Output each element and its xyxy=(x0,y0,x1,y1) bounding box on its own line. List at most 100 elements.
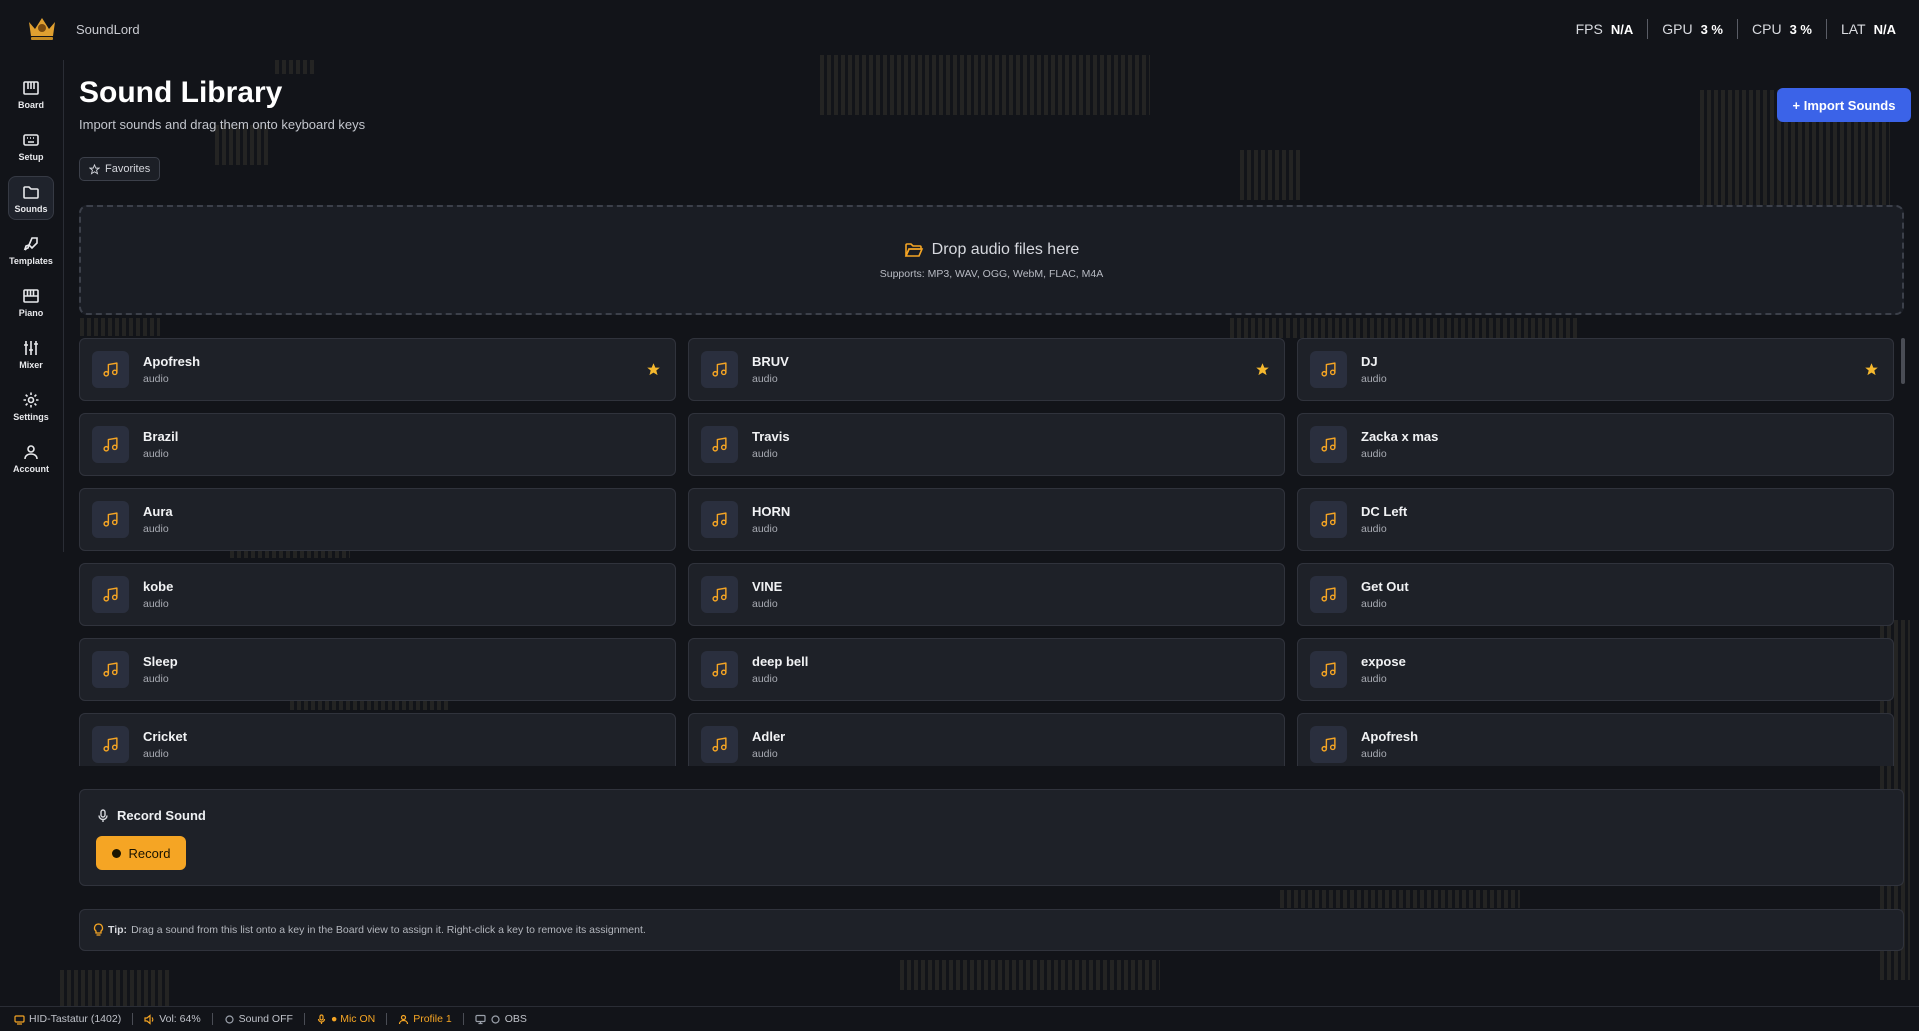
status-bar: HID-Tastatur (1402) Vol: 64% Sound OFF ●… xyxy=(0,1006,1919,1031)
sound-name: Apofresh xyxy=(1361,729,1419,744)
microphone-icon xyxy=(98,808,108,822)
status-mic-text: ● Mic ON xyxy=(330,1013,376,1025)
star-outline-icon xyxy=(89,163,100,175)
sound-name: VINE xyxy=(752,579,783,594)
sound-type: audio xyxy=(752,448,778,460)
sound-type: audio xyxy=(752,748,778,760)
circle-icon xyxy=(225,1014,234,1024)
sidebar-item-sounds[interactable]: Sounds xyxy=(8,176,54,220)
sidebar-item-piano[interactable]: Piano xyxy=(8,280,54,324)
import-sounds-button[interactable]: + Import Sounds xyxy=(1777,88,1911,122)
sound-card[interactable]: Sleep audio xyxy=(79,638,676,701)
sound-card[interactable]: Adler audio xyxy=(688,713,1285,766)
sound-card[interactable]: kobe audio xyxy=(79,563,676,626)
status-obs-text: OBS xyxy=(504,1013,527,1025)
sound-card-text: Apofresh audio xyxy=(1361,729,1418,760)
status-device[interactable]: HID-Tastatur (1402) xyxy=(14,1013,134,1025)
record-button-label: Record xyxy=(128,845,171,861)
sound-card[interactable]: DC Left audio xyxy=(1297,488,1894,551)
sound-type: audio xyxy=(143,673,169,685)
sound-type: audio xyxy=(1361,448,1387,460)
sound-name: Brazil xyxy=(143,429,179,444)
status-device-text: HID-Tastatur (1402) xyxy=(29,1013,122,1025)
sound-card[interactable]: Apofresh audio xyxy=(1297,713,1894,766)
circle-icon xyxy=(491,1014,500,1024)
sound-type: audio xyxy=(143,598,169,610)
sidebar-item-label: Setup xyxy=(18,151,44,162)
monitor-icon xyxy=(475,1014,486,1024)
sound-card-text: expose audio xyxy=(1361,654,1406,685)
sound-card-text: HORN audio xyxy=(752,504,790,535)
music-note-icon xyxy=(701,726,738,763)
sound-type: audio xyxy=(143,523,169,535)
sound-type: audio xyxy=(1361,673,1387,685)
sound-card-text: Zacka x mas audio xyxy=(1361,429,1438,460)
sidebar-item-setup[interactable]: Setup xyxy=(8,124,54,168)
sidebar-item-account[interactable]: Account xyxy=(8,436,54,480)
sound-type: audio xyxy=(143,748,169,760)
sound-card[interactable]: BRUV audio xyxy=(688,338,1285,401)
status-volume[interactable]: Vol: 64% xyxy=(133,1013,213,1025)
lightbulb-icon xyxy=(93,923,104,936)
sound-card[interactable]: VINE audio xyxy=(688,563,1285,626)
status-sound[interactable]: Sound OFF xyxy=(213,1013,305,1025)
status-profile[interactable]: Profile 1 xyxy=(387,1013,464,1025)
sound-grid-scrollbar[interactable] xyxy=(1901,338,1905,384)
sound-card[interactable]: deep bell audio xyxy=(688,638,1285,701)
sound-name: DJ xyxy=(1361,354,1378,369)
sound-card[interactable]: DJ audio xyxy=(1297,338,1894,401)
music-note-icon xyxy=(701,576,738,613)
sound-card-text: VINE audio xyxy=(752,579,782,610)
status-profile-text: Profile 1 xyxy=(413,1013,452,1025)
record-dot-icon xyxy=(111,848,121,858)
audio-dropzone[interactable]: Drop audio files here Supports: MP3, WAV… xyxy=(79,205,1904,315)
sound-card[interactable]: HORN audio xyxy=(688,488,1285,551)
dropzone-title-text: Drop audio files here xyxy=(931,240,1080,258)
sound-card[interactable]: Brazil audio xyxy=(79,413,676,476)
sidebar-item-settings[interactable]: Settings xyxy=(8,384,54,428)
sound-card[interactable]: Aura audio xyxy=(79,488,676,551)
sound-card[interactable]: Apofresh audio xyxy=(79,338,676,401)
sound-name: deep bell xyxy=(752,654,809,669)
star-filled-icon[interactable] xyxy=(1255,362,1270,377)
sound-card[interactable]: expose audio xyxy=(1297,638,1894,701)
record-sound-title-text: Record Sound xyxy=(117,808,206,823)
sidebar-item-label: Sounds xyxy=(14,203,48,214)
sound-card-text: Aura audio xyxy=(143,504,173,535)
sound-type: audio xyxy=(752,673,778,685)
music-note-icon xyxy=(701,651,738,688)
status-mic[interactable]: ● Mic ON xyxy=(305,1013,388,1025)
sound-card-text: deep bell audio xyxy=(752,654,808,685)
sidebar-item-mixer[interactable]: Mixer xyxy=(8,332,54,376)
sound-card[interactable]: Travis audio xyxy=(688,413,1285,476)
favorites-filter-button[interactable]: Favorites xyxy=(79,157,161,181)
music-note-icon xyxy=(1310,651,1347,688)
sidebar-item-label: Settings xyxy=(13,411,49,422)
open-folder-icon xyxy=(904,242,923,257)
sound-card[interactable]: Zacka x mas audio xyxy=(1297,413,1894,476)
star-filled-icon[interactable] xyxy=(646,362,661,377)
sound-card-text: kobe audio xyxy=(143,579,173,610)
sound-name: BRUV xyxy=(752,354,789,369)
user-icon xyxy=(24,444,38,459)
sound-card-text: Travis audio xyxy=(752,429,790,460)
sound-name: Zacka x mas xyxy=(1361,429,1439,444)
speaker-icon xyxy=(144,1013,154,1025)
sound-card-text: Apofresh audio xyxy=(143,354,200,385)
sound-card[interactable]: Cricket audio xyxy=(79,713,676,766)
record-button[interactable]: Record xyxy=(96,836,186,870)
sidebar-item-templates[interactable]: Templates xyxy=(8,228,54,272)
sidebar-item-label: Account xyxy=(13,463,49,474)
status-obs[interactable]: OBS xyxy=(464,1013,538,1025)
sidebar-item-board[interactable]: Board xyxy=(8,72,54,116)
sound-type: audio xyxy=(752,523,778,535)
sound-name: DC Left xyxy=(1361,504,1408,519)
sound-card-text: DC Left audio xyxy=(1361,504,1407,535)
music-note-icon xyxy=(701,501,738,538)
sound-grid: Apofresh audio BRUV audio DJ audio Brazil audio… xyxy=(79,338,1897,766)
star-filled-icon[interactable] xyxy=(1864,362,1879,377)
main-content: Sound Library Import sounds and drag the… xyxy=(79,0,1911,1000)
sound-card[interactable]: Get Out audio xyxy=(1297,563,1894,626)
sidebar-item-label: Board xyxy=(17,99,44,110)
music-note-icon xyxy=(701,426,738,463)
